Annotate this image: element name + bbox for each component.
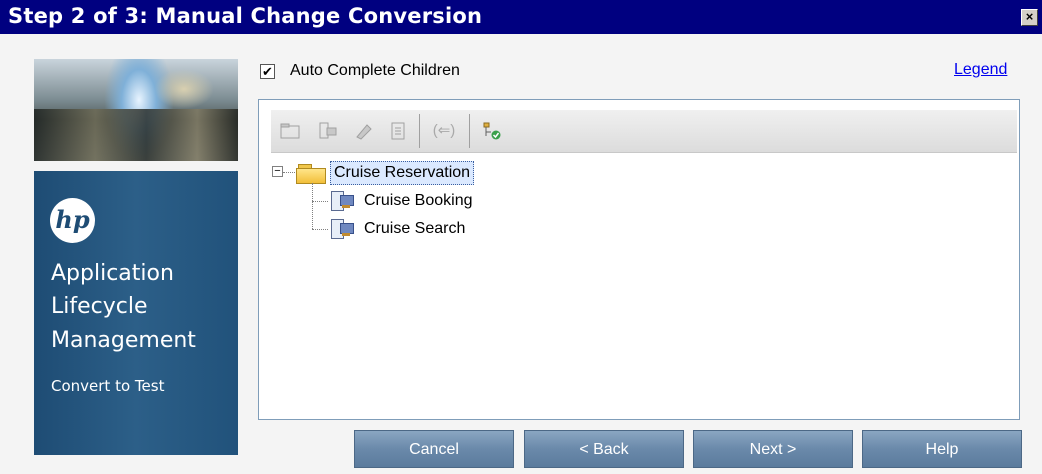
tree-toolbar: (⇐) (271, 110, 1017, 153)
tree-check-icon[interactable] (481, 120, 503, 142)
toolbar-separator (469, 114, 470, 148)
tree-expander[interactable]: − (272, 166, 283, 177)
auto-complete-checkbox[interactable]: ✔ (260, 64, 275, 79)
test-icon[interactable] (317, 120, 339, 142)
test-icon (329, 219, 354, 239)
document-icon[interactable] (387, 120, 409, 142)
brand-line-3: Management (51, 328, 196, 353)
folder-icon (296, 163, 326, 184)
new-folder-icon[interactable] (279, 120, 301, 142)
back-button[interactable]: < Back (524, 430, 684, 468)
auto-complete-label[interactable]: Auto Complete Children (290, 62, 460, 80)
brand-panel: hp Application Lifecycle Management Conv… (34, 171, 238, 455)
help-button[interactable]: Help (862, 430, 1022, 468)
title-bar: Step 2 of 3: Manual Change Conversion × (0, 0, 1042, 34)
next-button[interactable]: Next > (693, 430, 853, 468)
toolbar-separator (419, 114, 420, 148)
brand-subtitle: Convert to Test (51, 377, 165, 395)
cancel-button[interactable]: Cancel (354, 430, 514, 468)
tree-node-cruise-reservation[interactable]: Cruise Reservation (330, 161, 475, 185)
test-icon (329, 191, 354, 211)
hp-logo: hp (50, 198, 95, 243)
close-button[interactable]: × (1021, 9, 1038, 26)
hp-logo-text: hp (55, 205, 90, 234)
banner-image (34, 59, 238, 161)
tree-node-cruise-booking[interactable]: Cruise Booking (364, 192, 473, 210)
tree-panel[interactable]: (⇐) (258, 99, 1020, 420)
tree-node-cruise-search[interactable]: Cruise Search (364, 220, 465, 238)
brand-line-1: Application (51, 261, 174, 286)
legend-link[interactable]: Legend (954, 61, 1007, 79)
dialog-title: Step 2 of 3: Manual Change Conversion (8, 4, 483, 28)
convert-arrow-icon[interactable]: (⇐) (429, 120, 459, 142)
brand-line-2: Lifecycle (51, 294, 148, 319)
eraser-icon[interactable] (353, 120, 375, 142)
